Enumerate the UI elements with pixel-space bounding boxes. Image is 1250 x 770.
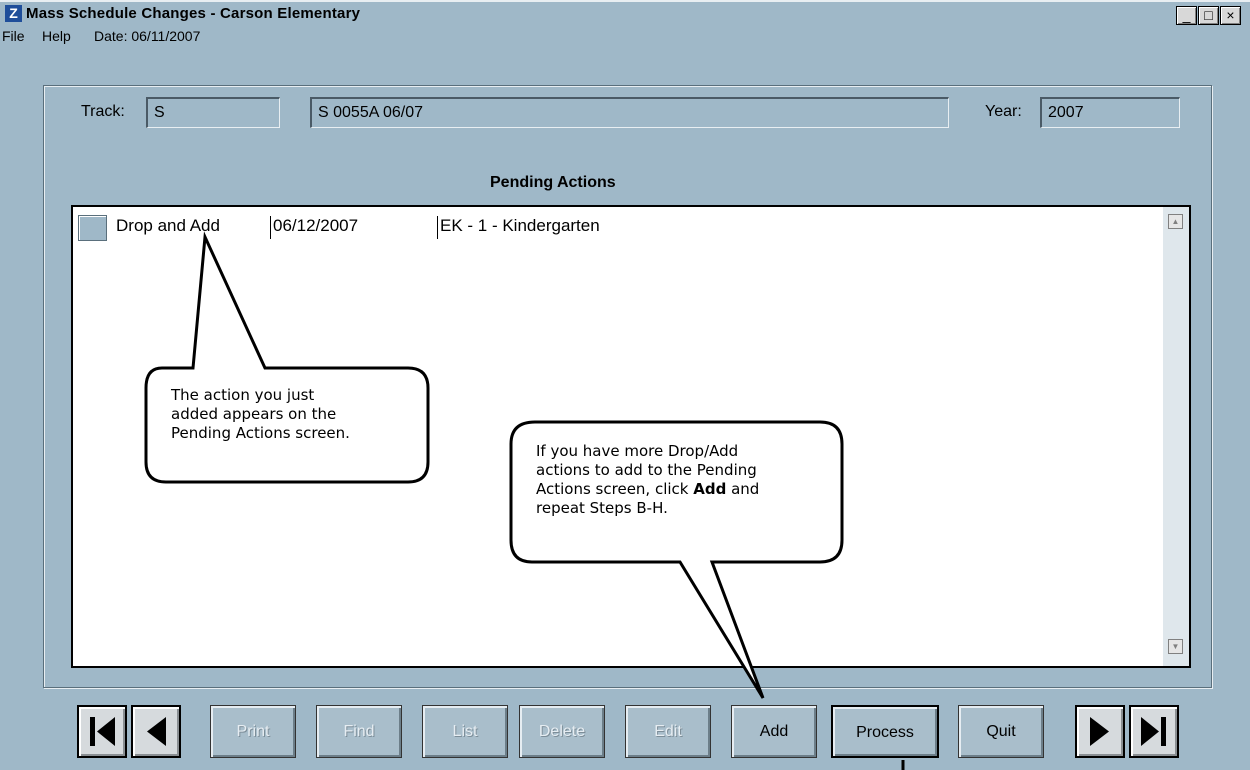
year-field[interactable]: 2007	[1040, 97, 1180, 128]
next-record-button[interactable]	[1075, 705, 1125, 758]
scroll-down-icon[interactable]: ▼	[1168, 639, 1183, 654]
pending-actions-title: Pending Actions	[490, 174, 616, 191]
detail-cell: EK - 1 - Kindergarten	[440, 216, 600, 235]
add-button[interactable]: Add	[731, 705, 817, 758]
maximize-button[interactable]: □	[1198, 6, 1219, 25]
last-record-button[interactable]	[1129, 705, 1179, 758]
column-divider	[270, 216, 271, 239]
callout-1-text: The action you just added appears on the…	[171, 386, 350, 442]
close-button[interactable]: ×	[1220, 6, 1241, 25]
menu-bar: File Help Date: 06/11/2007	[0, 26, 1250, 48]
print-button[interactable]: Print	[210, 705, 296, 758]
callout-2-text: If you have more Drop/Add actions to add…	[536, 442, 760, 517]
process-button[interactable]: Process	[831, 705, 939, 758]
delete-button[interactable]: Delete	[519, 705, 605, 758]
window-title: Mass Schedule Changes - Carson Elementar…	[26, 5, 361, 22]
edit-button[interactable]: Edit	[625, 705, 711, 758]
menu-date: Date: 06/11/2007	[94, 28, 201, 44]
title-bar[interactable]: Z Mass Schedule Changes - Carson Element…	[0, 0, 1250, 26]
vertical-scrollbar[interactable]: ▲ ▼	[1163, 207, 1189, 666]
list-item[interactable]: Drop and Add 06/12/2007 EK - 1 - Kinderg…	[73, 213, 1163, 241]
year-label: Year:	[985, 103, 1022, 120]
list-button[interactable]: List	[422, 705, 508, 758]
last-record-icon	[1141, 717, 1166, 746]
column-divider	[437, 216, 438, 239]
minimize-button[interactable]: _	[1176, 6, 1197, 25]
track-label: Track:	[81, 103, 125, 120]
previous-record-button[interactable]	[131, 705, 181, 758]
quit-button[interactable]: Quit	[958, 705, 1044, 758]
date-cell: 06/12/2007	[273, 216, 359, 235]
first-record-button[interactable]	[77, 705, 127, 758]
previous-record-icon	[147, 717, 166, 746]
row-select-checkbox[interactable]	[78, 215, 107, 241]
menu-file[interactable]: File	[2, 28, 25, 44]
scroll-up-icon[interactable]: ▲	[1168, 214, 1183, 229]
app-icon: Z	[5, 5, 22, 22]
track-field[interactable]: S	[146, 97, 280, 128]
next-record-icon	[1090, 717, 1109, 746]
action-cell: Drop and Add	[116, 216, 220, 235]
menu-help[interactable]: Help	[42, 28, 71, 44]
first-record-icon	[90, 717, 115, 746]
schedule-field[interactable]: S 0055A 06/07	[310, 97, 949, 128]
find-button[interactable]: Find	[316, 705, 402, 758]
